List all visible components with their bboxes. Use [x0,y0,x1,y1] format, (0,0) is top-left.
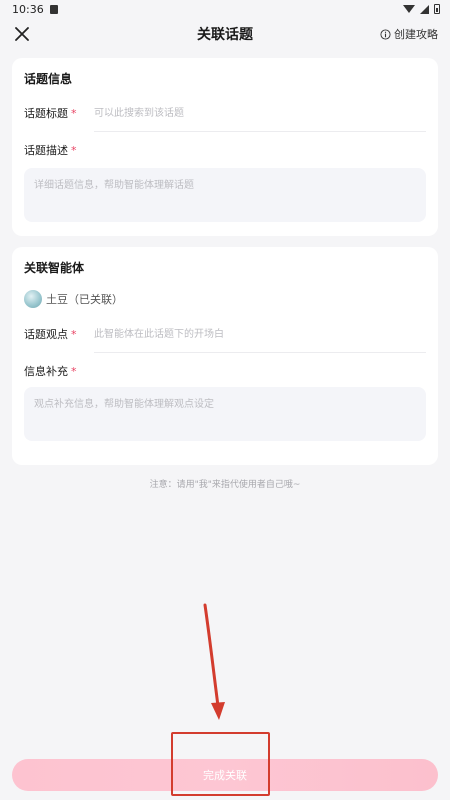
required-mark: * [71,107,77,120]
required-mark: * [71,144,77,157]
agent-card: 关联智能体 土豆（已关联） 话题观点* 信息补充* [12,247,438,465]
wifi-icon [403,5,415,13]
status-bar: 10:36 [0,0,450,18]
viewpoint-input[interactable] [94,324,426,344]
avatar [24,290,42,308]
topic-desc-textarea[interactable] [24,168,426,222]
status-time: 10:36 [12,2,44,16]
supplement-row: 信息补充 * [24,363,426,379]
supplement-label: 信息补充 [24,365,68,378]
topic-title-label: 话题标题 [24,107,68,120]
supplement-textarea[interactable] [24,387,426,441]
viewpoint-label: 话题观点 [24,328,68,341]
create-guide-label: 创建攻略 [394,28,438,41]
topic-title-row: 话题标题 * [24,103,426,123]
annotation-highlight-box [171,732,270,796]
divider [94,131,426,132]
signal-icon [420,4,429,14]
agent-name: 土豆（已关联） [46,293,123,306]
usage-note: 注意：请用"我"来指代使用者自己哦~ [149,480,301,490]
viewpoint-row: 话题观点 * [24,324,426,344]
header: 关联话题 创建攻略 [0,18,450,50]
close-icon [15,27,29,41]
required-mark: * [71,365,77,378]
topic-info-title: 话题信息 [24,72,73,86]
linked-agent[interactable]: 土豆（已关联） [24,290,426,308]
agent-card-title: 关联智能体 [24,261,85,275]
battery-icon [434,4,440,14]
topic-info-card: 话题信息 话题标题* 话题描述* [12,58,438,236]
topic-desc-row: 话题描述 * [24,142,426,158]
divider [94,352,426,353]
page-title: 关联话题 [197,27,253,43]
close-button[interactable] [8,20,36,48]
notification-icon [49,4,58,14]
topic-desc-label: 话题描述 [24,144,68,157]
info-icon [380,28,391,40]
topic-title-input[interactable] [94,103,426,123]
required-mark: * [71,328,77,341]
create-guide-link[interactable]: 创建攻略 [380,26,438,42]
